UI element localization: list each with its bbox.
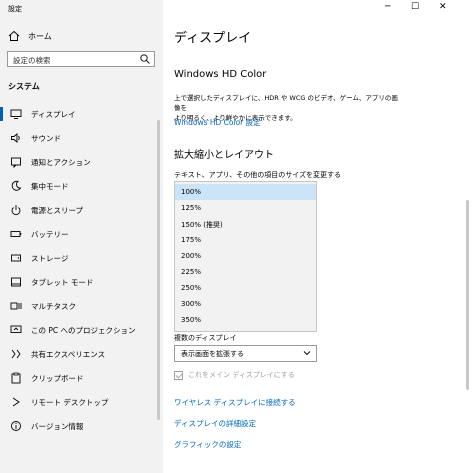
sidebar-item-label: リモート デスクトップ <box>31 397 109 407</box>
power-icon <box>11 205 21 216</box>
scale-option[interactable]: 200% <box>175 248 316 264</box>
sidebar-item-label: ストレージ <box>31 253 69 263</box>
page-title: ディスプレイ <box>174 31 252 46</box>
wireless-display-link[interactable]: ワイヤレス ディスプレイに接続する <box>174 397 296 408</box>
hd-color-heading: Windows HD Color <box>174 69 267 80</box>
sidebar-item-shared[interactable]: 共有エクスペリエンス <box>0 343 157 365</box>
sidebar-item-label: 通知とアクション <box>31 157 91 167</box>
minimize-button[interactable]: ─ <box>385 2 390 12</box>
sidebar-item-multitask[interactable]: マルチタスク <box>0 295 157 317</box>
sidebar: 設定 ホーム 設定の検索 システム ディスプレイ サウンド 通知とアクション 集… <box>0 0 163 473</box>
home-icon <box>8 30 20 41</box>
scale-dropdown-list[interactable]: 100% 125% 150% (推奨) 175% 200% 225% 250% … <box>174 181 317 332</box>
scale-option[interactable]: 100% <box>175 184 316 200</box>
search-input[interactable]: 設定の検索 <box>7 51 155 67</box>
scale-option[interactable]: 125% <box>175 200 316 216</box>
sidebar-item-tablet[interactable]: タブレット モード <box>0 271 157 293</box>
window-title: 設定 <box>8 5 22 13</box>
close-button[interactable]: ✕ <box>439 2 447 12</box>
search-icon[interactable] <box>139 53 151 65</box>
moon-icon <box>11 180 22 191</box>
sidebar-item-label: バッテリー <box>31 229 69 239</box>
multi-display-label: 複数のディスプレイ <box>174 334 237 342</box>
tablet-icon <box>11 277 21 287</box>
sidebar-item-sound[interactable]: サウンド <box>0 127 157 149</box>
sidebar-item-remote-desktop[interactable]: リモート デスクトップ <box>0 391 157 413</box>
remote-icon <box>12 397 20 407</box>
chevron-down-icon <box>303 351 311 356</box>
main-panel: ─ ☐ ✕ ディスプレイ Windows HD Color 上で選択したディスプ… <box>163 0 474 473</box>
sidebar-scrollbar[interactable] <box>157 120 160 420</box>
sidebar-item-label: ディスプレイ <box>31 109 76 119</box>
sidebar-item-label: 集中モード <box>31 181 69 191</box>
sidebar-item-battery[interactable]: バッテリー <box>0 223 157 245</box>
battery-icon <box>10 231 22 237</box>
home-nav[interactable]: ホーム <box>8 30 52 42</box>
sidebar-item-label: 共有エクスペリエンス <box>31 349 106 359</box>
sidebar-item-label: サウンド <box>31 133 61 143</box>
hd-color-desc-line1: 上で選択したディスプレイに、HDR や WCG のビデオ、ゲーム、アプリの画像を <box>174 94 398 112</box>
sidebar-item-focus[interactable]: 集中モード <box>0 175 157 197</box>
main-scrollbar[interactable] <box>466 200 469 390</box>
graphics-settings-link[interactable]: グラフィックの設定 <box>174 439 241 450</box>
maximize-button[interactable]: ☐ <box>411 2 419 12</box>
search-placeholder: 設定の検索 <box>13 56 51 65</box>
speaker-icon <box>11 133 20 143</box>
clipboard-icon <box>11 372 21 384</box>
main-display-checkbox-row: これをメイン ディスプレイにする <box>174 370 295 380</box>
sidebar-item-about[interactable]: バージョン情報 <box>0 415 157 437</box>
sidebar-item-label: タブレット モード <box>31 277 94 287</box>
sidebar-item-label: バージョン情報 <box>31 421 84 431</box>
notification-icon <box>11 157 21 168</box>
sidebar-item-clipboard[interactable]: クリップボード <box>0 367 157 389</box>
main-display-checkbox[interactable] <box>174 370 183 380</box>
sidebar-item-label: マルチタスク <box>31 301 76 311</box>
scale-option[interactable]: 300% <box>175 296 316 312</box>
scale-option[interactable]: 350% <box>175 312 316 328</box>
sidebar-item-label: この PC へのプロジェクション <box>31 325 136 335</box>
advanced-display-link[interactable]: ディスプレイの詳細設定 <box>174 418 256 429</box>
main-display-checkbox-label: これをメイン ディスプレイにする <box>188 371 295 379</box>
sidebar-item-power[interactable]: 電源とスリープ <box>0 199 157 221</box>
scale-label: テキスト、アプリ、その他の項目のサイズを変更する <box>174 171 342 179</box>
storage-icon <box>11 254 21 262</box>
scale-option[interactable]: 175% <box>175 232 316 248</box>
scale-heading: 拡大縮小とレイアウト <box>174 150 274 161</box>
sidebar-item-storage[interactable]: ストレージ <box>0 247 157 269</box>
multi-display-value: 表示画面を拡張する <box>181 350 244 358</box>
sidebar-item-display[interactable]: ディスプレイ <box>0 103 157 125</box>
sidebar-item-projection[interactable]: この PC へのプロジェクション <box>0 319 157 341</box>
monitor-icon <box>10 109 22 119</box>
share-icon <box>11 349 21 359</box>
multi-display-select[interactable]: 表示画面を拡張する <box>174 345 317 362</box>
multitask-icon <box>10 302 22 310</box>
sidebar-item-notifications[interactable]: 通知とアクション <box>0 151 157 173</box>
section-title: システム <box>8 82 40 91</box>
hd-color-settings-link[interactable]: Windows HD Color 設定 <box>174 117 261 128</box>
scale-option[interactable]: 225% <box>175 264 316 280</box>
home-label: ホーム <box>28 31 52 41</box>
projection-icon <box>10 325 22 333</box>
info-icon <box>11 421 21 431</box>
sidebar-item-label: 電源とスリープ <box>31 205 84 215</box>
scale-option[interactable]: 250% <box>175 280 316 296</box>
scale-option[interactable]: 150% (推奨) <box>175 216 316 232</box>
sidebar-item-label: クリップボード <box>31 373 84 383</box>
